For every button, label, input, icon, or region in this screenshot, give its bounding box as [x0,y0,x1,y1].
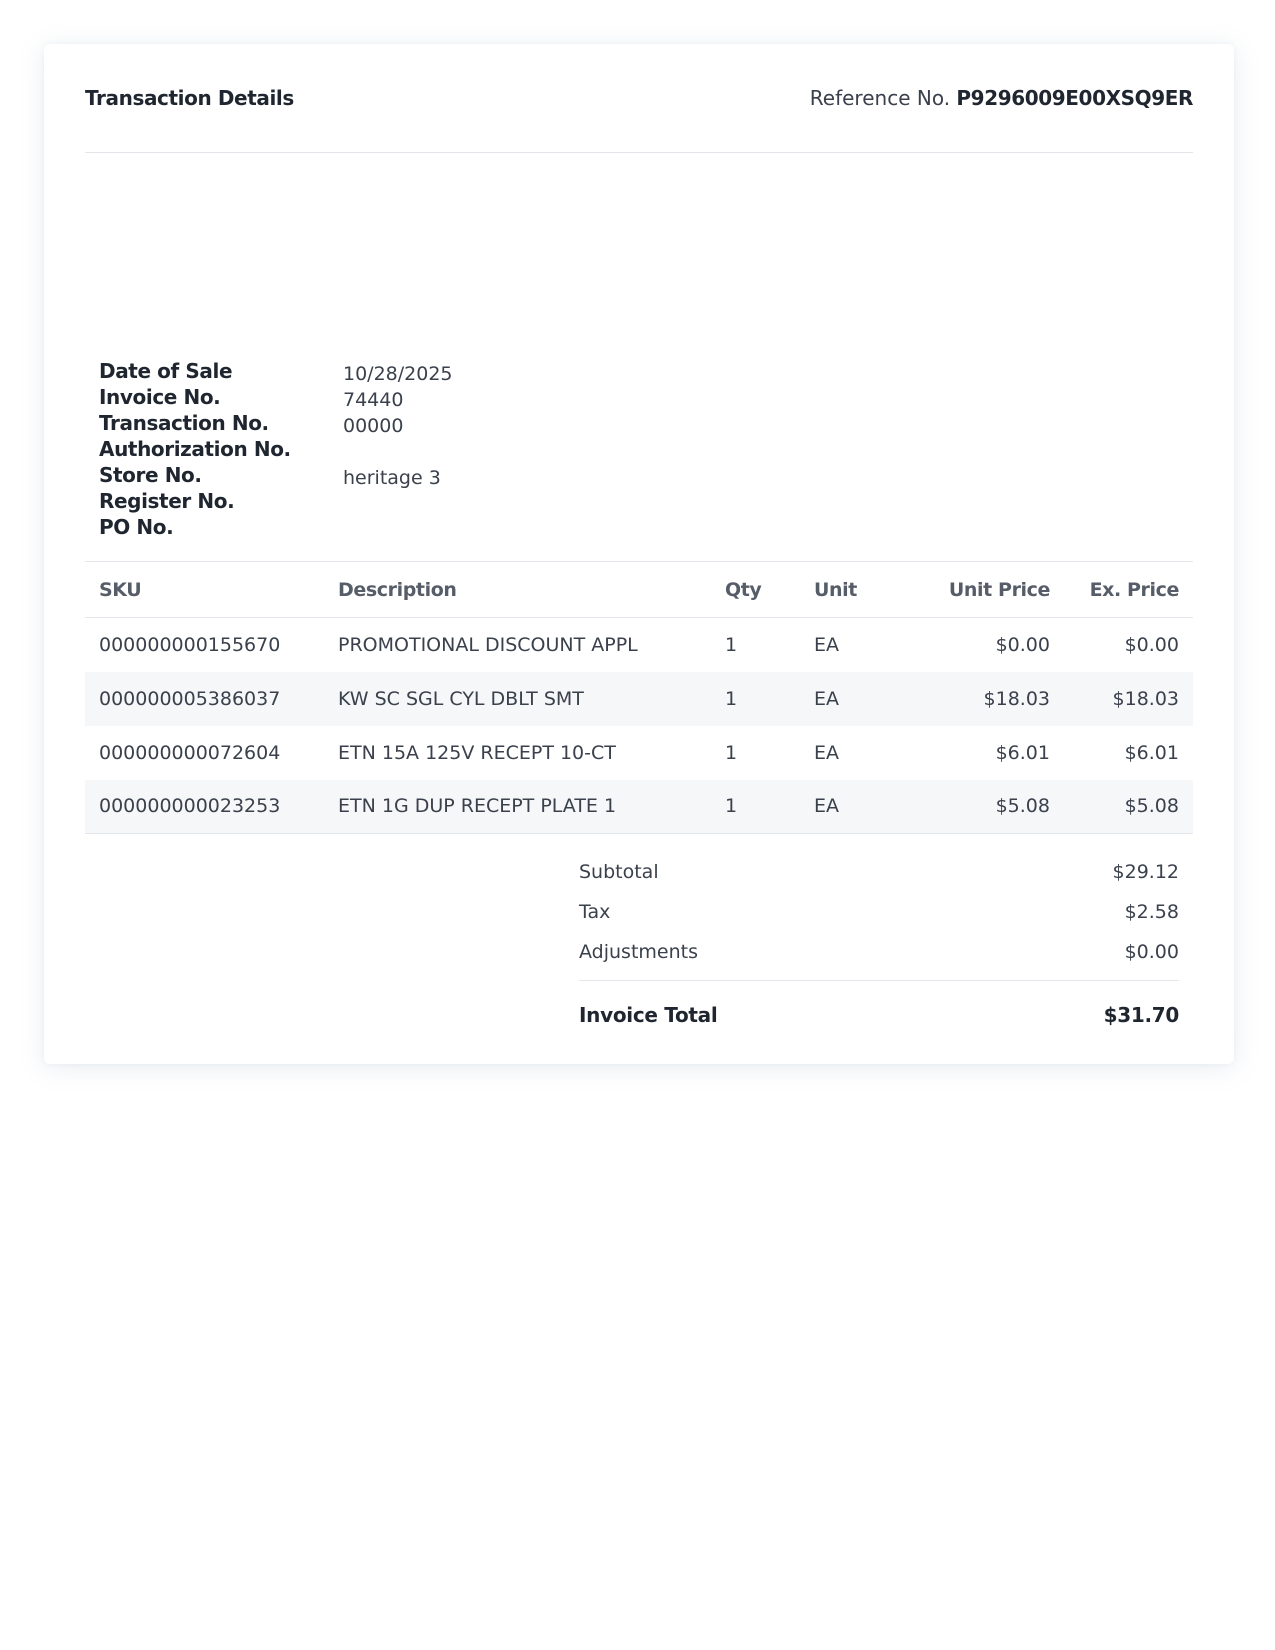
meta-label: Store No. [99,463,202,487]
subtotal-row: Subtotal $29.12 [579,851,1179,891]
table-row: 000000005386037 KW SC SGL CYL DBLT SMT 1… [85,671,1193,726]
column-header-ex-price: Ex. Price [1050,561,1193,618]
page-title: Transaction Details [85,86,294,110]
meta-label: Date of Sale [99,359,233,383]
column-header-unit-price: Unit Price [904,561,1050,618]
reference-label: Reference No. [809,86,951,110]
table-header-row: SKU Description Qty Unit Unit Price Ex. … [85,561,1193,618]
invoice-total-row: Invoice Total $31.70 [579,981,1179,1031]
totals-summary: Subtotal $29.12 Tax $2.58 Adjustments $0… [579,851,1179,1031]
transaction-card: Transaction Details Reference No. P92960… [44,44,1234,1064]
column-header-sku: SKU [85,561,338,618]
adjustments-label: Adjustments [579,941,698,963]
cell-qty: 1 [725,671,814,726]
reference-value: P9296009E00XSQ9ER [956,86,1193,110]
meta-row-store-no: Store No. heritage 3 [99,463,699,489]
cell-description: PROMOTIONAL DISCOUNT APPL [338,633,638,656]
cell-unit: EA [814,633,840,656]
cell-unit-price: $18.03 [904,671,1050,726]
meta-row-po-no: PO No. [99,515,699,541]
meta-value: 00000 [343,415,404,437]
table-row: 000000000023253 ETN 1G DUP RECEPT PLATE … [85,779,1193,834]
cell-qty: 1 [725,633,738,656]
meta-label: Authorization No. [99,437,291,461]
invoice-total-label: Invoice Total [579,1003,718,1027]
column-header-qty: Qty [725,561,814,618]
cell-sku: 000000005386037 [85,671,338,726]
cell-ex-price: $6.01 [1124,741,1179,764]
cell-sku: 000000000155670 [99,633,281,656]
cell-unit: EA [814,741,840,764]
column-header-unit: Unit [814,561,904,618]
subtotal-value: $29.12 [1112,861,1179,883]
meta-label: Invoice No. [99,385,221,409]
cell-qty: 1 [725,779,814,834]
column-header-description: Description [338,561,725,618]
cell-description: KW SC SGL CYL DBLT SMT [338,671,725,726]
meta-value: heritage 3 [343,467,441,489]
cell-unit: EA [814,671,904,726]
reference-number: Reference No. P9296009E00XSQ9ER [809,86,1194,110]
cell-description: ETN 1G DUP RECEPT PLATE 1 [338,779,725,834]
meta-row-invoice-no: Invoice No. 74440 [99,385,699,411]
meta-label: Transaction No. [99,411,269,435]
cell-description: ETN 15A 125V RECEPT 10-CT [338,741,616,764]
meta-label: PO No. [99,515,174,539]
subtotal-label: Subtotal [579,861,659,883]
card-header: Transaction Details Reference No. P92960… [85,44,1193,153]
cell-unit-price: $5.08 [904,779,1050,834]
cell-ex-price: $0.00 [1124,633,1179,656]
cell-qty: 1 [725,741,738,764]
meta-value: 10/28/2025 [343,363,453,385]
tax-label: Tax [579,901,611,923]
cell-unit: EA [814,779,904,834]
meta-row-date-of-sale: Date of Sale 10/28/2025 [99,359,699,385]
meta-row-register-no: Register No. [99,489,699,515]
cell-ex-price: $18.03 [1050,671,1193,726]
table-row: 000000000155670 PROMOTIONAL DISCOUNT APP… [85,618,1193,672]
tax-value: $2.58 [1124,901,1179,923]
meta-row-transaction-no: Transaction No. 00000 [99,411,699,437]
meta-label: Register No. [99,489,235,513]
line-items-table: SKU Description Qty Unit Unit Price Ex. … [85,561,1193,834]
table-row: 000000000072604 ETN 15A 125V RECEPT 10-C… [85,726,1193,780]
cell-unit-price: $6.01 [995,741,1050,764]
tax-row: Tax $2.58 [579,891,1179,931]
cell-sku: 000000000072604 [99,741,281,764]
adjustments-value: $0.00 [1124,941,1179,963]
cell-ex-price: $5.08 [1050,779,1193,834]
invoice-total-value: $31.70 [1103,1003,1180,1027]
adjustments-row: Adjustments $0.00 [579,931,1179,971]
cell-sku: 000000000023253 [85,779,338,834]
transaction-meta: Date of Sale 10/28/2025 Invoice No. 7444… [99,359,699,541]
meta-row-authorization-no: Authorization No. [99,437,699,463]
cell-unit-price: $0.00 [995,633,1050,656]
meta-value: 74440 [343,389,404,411]
